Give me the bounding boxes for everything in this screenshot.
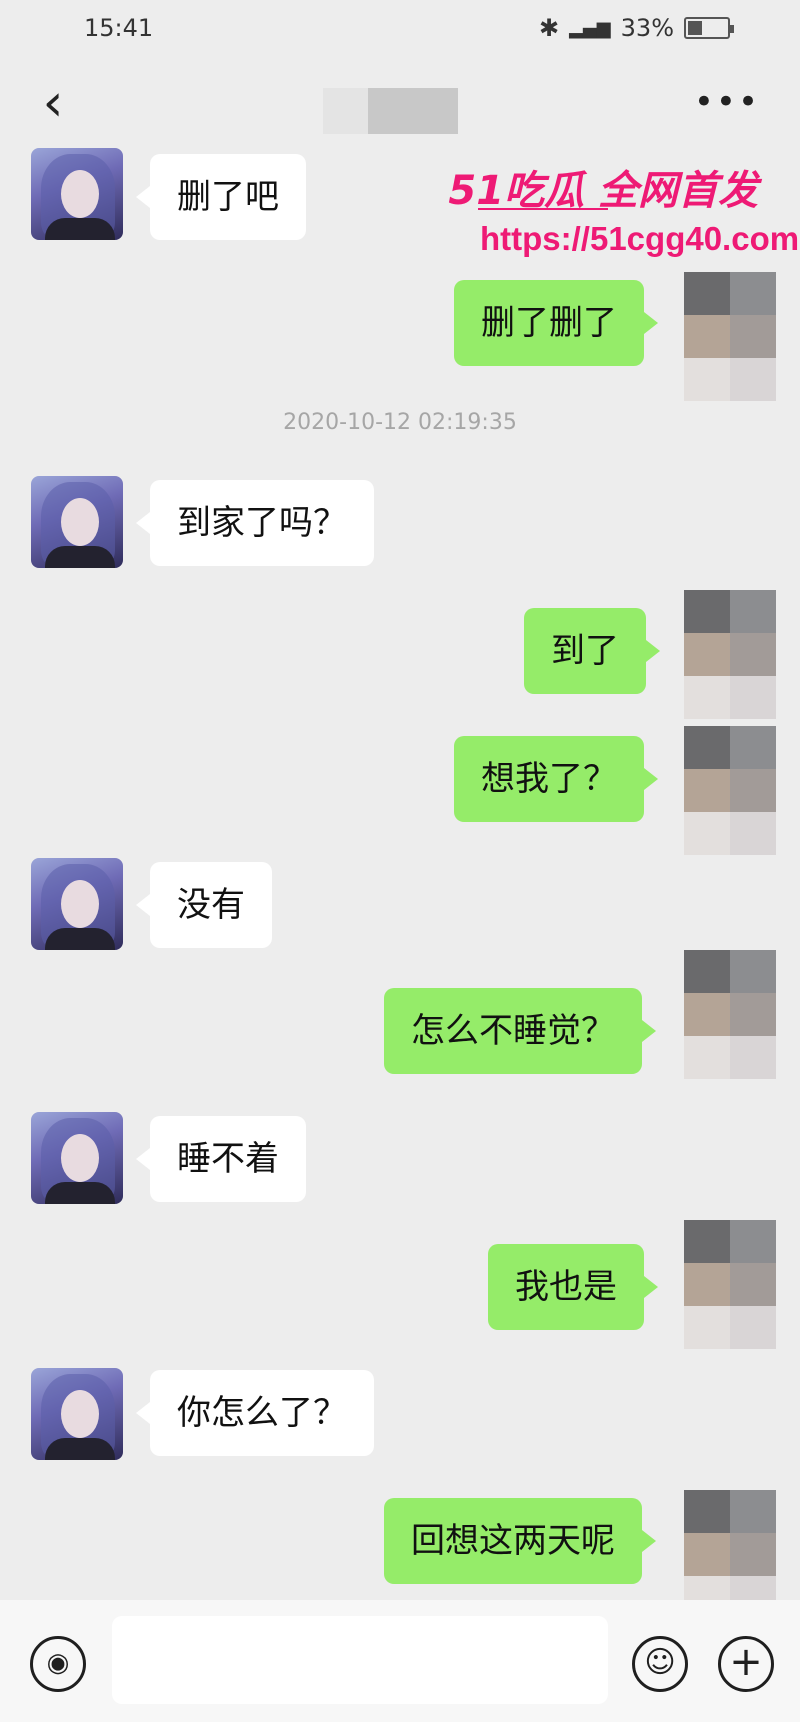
chevron-left-icon: ‹: [42, 73, 64, 133]
contact-avatar[interactable]: [31, 1112, 123, 1204]
status-time: 15:41: [84, 14, 154, 42]
own-avatar-pixelated[interactable]: [684, 590, 776, 720]
contact-avatar[interactable]: [31, 476, 123, 568]
message-input[interactable]: [112, 1616, 608, 1704]
plus-icon: +: [729, 1639, 763, 1685]
message-bubble[interactable]: 没有: [136, 862, 272, 948]
message-bubble[interactable]: 回想这两天呢: [384, 1498, 656, 1584]
emoji-button[interactable]: ☺: [632, 1636, 688, 1692]
battery-icon: [684, 17, 734, 39]
watermark-url: https://51cgg40.com: [480, 220, 800, 257]
message-timestamp: 2020-10-12 02:19:35: [283, 410, 517, 435]
own-avatar-pixelated[interactable]: [684, 726, 776, 856]
bluetooth-icon: ✱: [539, 14, 560, 42]
message-bubble[interactable]: 删了删了: [454, 280, 658, 366]
battery-percentage: 33%: [620, 14, 674, 42]
own-avatar-pixelated[interactable]: [684, 950, 776, 1080]
message-bubble[interactable]: 到了: [524, 608, 660, 694]
voice-button[interactable]: ◉: [30, 1636, 86, 1692]
watermark-line: [478, 208, 608, 210]
message-bubble[interactable]: 想我了？: [454, 736, 658, 822]
message-bubble[interactable]: 怎么不睡觉？: [384, 988, 656, 1074]
contact-avatar[interactable]: [31, 858, 123, 950]
more-actions-button[interactable]: +: [718, 1636, 774, 1692]
more-button[interactable]: •••: [694, 82, 760, 122]
back-button[interactable]: ‹: [30, 77, 76, 130]
voice-icon: ◉: [46, 1648, 70, 1678]
message-bubble[interactable]: 你怎么了？: [136, 1370, 374, 1456]
own-avatar-pixelated[interactable]: [684, 1220, 776, 1350]
chat-header: ‹ •••: [0, 60, 800, 150]
own-avatar-pixelated[interactable]: [684, 272, 776, 402]
message-bubble[interactable]: 我也是: [488, 1244, 658, 1330]
signal-icon: ▂▄▆: [569, 17, 611, 39]
message-bubble[interactable]: 删了吧: [136, 154, 306, 240]
status-indicators: ✱ ▂▄▆ 33%: [539, 14, 734, 42]
message-bubble[interactable]: 睡不着: [136, 1116, 306, 1202]
status-bar: 15:41 ✱ ▂▄▆ 33%: [0, 0, 800, 60]
chat-input-bar: ◉ ☺ +: [0, 1600, 800, 1722]
emoji-icon: ☺: [644, 1645, 676, 1680]
watermark: 51吃瓜 全网首发 https://51cgg40.com: [438, 158, 799, 268]
chat-title-pixelated: [323, 88, 458, 134]
more-dots-icon: •••: [693, 82, 760, 122]
contact-avatar[interactable]: [31, 1368, 123, 1460]
message-bubble[interactable]: 到家了吗？: [136, 480, 374, 566]
contact-avatar[interactable]: [31, 148, 123, 240]
